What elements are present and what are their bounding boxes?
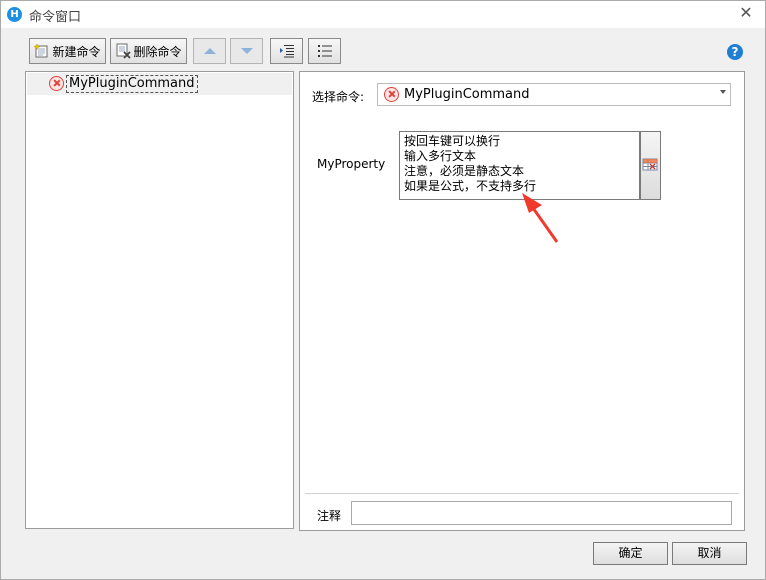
delete-document-icon — [116, 43, 132, 59]
delete-command-button[interactable]: 删除命令 — [110, 38, 187, 64]
help-icon[interactable]: ? — [727, 44, 743, 60]
app-logo-icon: H — [7, 7, 22, 22]
tree-item-label: MyPluginCommand — [66, 75, 198, 93]
command-window: H 命令窗口 ✕ 新建命令 删除命令 ? MyPluginCommand 选择命… — [0, 0, 766, 580]
property-line: 按回车键可以换行 — [404, 134, 501, 148]
window-title: 命令窗口 — [29, 10, 82, 25]
cancel-button[interactable]: 取消 — [672, 542, 747, 565]
triangle-up-icon — [203, 48, 216, 54]
formula-editor-button[interactable] — [640, 131, 661, 200]
property-label: MyProperty — [317, 157, 386, 171]
title-bar: H 命令窗口 ✕ — [1, 1, 765, 28]
chevron-down-icon — [720, 90, 726, 94]
formula-table-icon — [642, 158, 658, 171]
indent-icon — [279, 45, 294, 58]
select-command-label: 选择命令: — [312, 90, 365, 104]
move-down-button[interactable] — [230, 38, 263, 64]
delete-command-label: 删除命令 — [133, 44, 182, 59]
close-icon[interactable]: ✕ — [737, 4, 755, 22]
property-textarea[interactable]: 按回车键可以换行 输入多行文本 注意，必须是静态文本 如果是公式，不支持多行 — [399, 131, 640, 200]
new-command-button[interactable]: 新建命令 — [29, 38, 106, 64]
new-document-icon — [34, 43, 48, 58]
error-icon — [384, 87, 399, 102]
divider — [305, 493, 739, 494]
command-tree-panel: MyPluginCommand — [25, 71, 294, 529]
triangle-down-icon — [240, 48, 253, 54]
property-line: 如果是公式，不支持多行 — [404, 179, 537, 193]
property-line: 注意，必须是静态文本 — [404, 164, 525, 178]
property-line: 输入多行文本 — [404, 149, 477, 163]
indent-button[interactable] — [270, 38, 303, 64]
command-properties-panel: 选择命令: MyPluginCommand MyProperty 按回车键可以换… — [299, 71, 745, 531]
command-select[interactable]: MyPluginCommand — [377, 83, 731, 106]
ok-button[interactable]: 确定 — [593, 542, 668, 565]
error-icon — [49, 76, 64, 91]
note-input[interactable] — [351, 501, 732, 525]
new-command-label: 新建命令 — [52, 44, 101, 59]
note-label: 注释 — [317, 509, 342, 523]
outdent-button[interactable] — [308, 38, 341, 64]
tree-item[interactable]: MyPluginCommand — [27, 73, 292, 95]
selected-command: MyPluginCommand — [404, 87, 530, 102]
outdent-icon — [317, 45, 332, 57]
move-up-button[interactable] — [193, 38, 226, 64]
